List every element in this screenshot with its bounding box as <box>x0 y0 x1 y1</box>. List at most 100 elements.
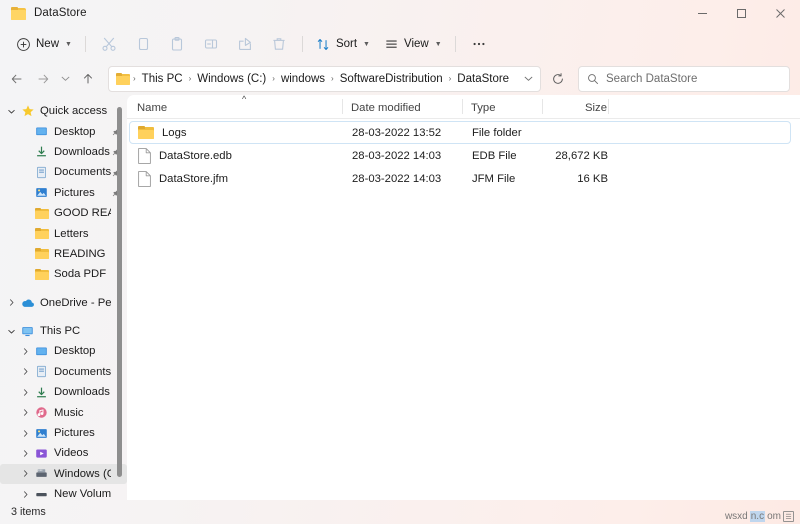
paste-icon[interactable] <box>160 30 194 58</box>
table-row[interactable]: DataStore.jfm 28-03-2022 14:03 JFM File 16 … <box>129 167 791 190</box>
downloads-icon <box>35 145 48 158</box>
chevron-right-icon[interactable] <box>3 298 19 307</box>
toolbar-divider <box>84 36 86 52</box>
chevron-right-icon[interactable] <box>17 449 33 458</box>
breadcrumb[interactable]: › This PC › Windows (C:) › windows › Sof… <box>108 65 541 92</box>
folder-icon-wrap <box>33 267 50 281</box>
forward-arrow-icon[interactable] <box>30 66 56 92</box>
column-header-name[interactable]: Name ^ <box>127 95 343 118</box>
folder-icon-wrap <box>33 206 50 220</box>
sidebar-item-downloads[interactable]: Downloads <box>0 142 127 162</box>
table-row[interactable]: DataStore.edb 28-03-2022 14:03 EDB File 28,… <box>129 144 791 167</box>
sidebar-item-new-volume-d[interactable]: New Volume (D:) <box>0 484 127 500</box>
chevron-right-icon[interactable] <box>17 469 33 478</box>
column-header-size-label: Size <box>585 102 607 114</box>
sidebar-item-windows-c[interactable]: Windows (C:) <box>0 463 127 485</box>
downloads-icon <box>35 386 48 399</box>
minimize-icon[interactable] <box>683 0 722 26</box>
drive-icon-wrap <box>33 467 50 481</box>
new-button[interactable]: New ▼ <box>9 30 79 58</box>
column-header-type[interactable]: Type <box>463 95 543 118</box>
refresh-icon[interactable] <box>545 66 571 92</box>
table-row[interactable]: Logs 28-03-2022 13:52 File folder <box>129 121 791 144</box>
sidebar-item-pictures[interactable]: Pictures <box>0 423 127 443</box>
address-bar: › This PC › Windows (C:) › windows › Sof… <box>0 62 800 95</box>
breadcrumb-item-softwaredistribution[interactable]: SoftwareDistribution <box>335 70 448 88</box>
file-type-cell: JFM File <box>472 172 516 185</box>
maximize-icon[interactable] <box>722 0 761 26</box>
close-icon[interactable] <box>761 0 800 26</box>
file-list-pane: Name ^ Date modified Type Size Logs28-0 <box>127 95 800 500</box>
sidebar-item-videos[interactable]: Videos <box>0 443 127 463</box>
delete-icon[interactable] <box>262 30 296 58</box>
sidebar-item-this-pc[interactable]: This PC <box>0 321 127 341</box>
chevron-down-icon[interactable] <box>3 107 19 116</box>
watermark-badge-icon: ☰ <box>783 511 794 522</box>
sidebar-item-label: Soda PDF <box>54 268 107 281</box>
sidebar-item-onedrive-persona[interactable]: OneDrive - Persona <box>0 293 127 313</box>
breadcrumb-item-windows-c[interactable]: Windows (C:) <box>192 70 271 88</box>
breadcrumb-list: › This PC › Windows (C:) › windows › Sof… <box>132 70 518 88</box>
sidebar-item-pictures[interactable]: Pictures <box>0 183 127 203</box>
nav-group-gap <box>0 285 127 293</box>
chevron-right-icon[interactable] <box>17 347 33 356</box>
chevron-right-icon[interactable] <box>17 408 33 417</box>
more-options-button[interactable] <box>462 30 496 58</box>
music-icon-wrap <box>33 406 50 420</box>
onedrive-icon <box>21 296 35 310</box>
recent-locations-icon[interactable] <box>56 66 75 92</box>
breadcrumb-item-windows[interactable]: windows <box>276 70 330 88</box>
sidebar-item-label: Documents <box>54 365 111 378</box>
chevron-right-icon[interactable] <box>17 490 33 499</box>
nav-scrollbar[interactable] <box>117 99 122 482</box>
onedrive-icon-wrap <box>19 296 36 310</box>
sort-button[interactable]: Sort ▼ <box>309 30 377 58</box>
explorer-body: Quick access Desktop Downloads Documents Pic… <box>0 95 800 500</box>
breadcrumb-item-this-pc[interactable]: This PC <box>137 70 188 88</box>
file-explorer-window: DataStore New ▼ Sort ▼ View ▼ › This PC … <box>0 0 800 524</box>
column-divider[interactable] <box>608 99 609 114</box>
sidebar-item-reading[interactable]: READING <box>0 244 127 264</box>
copy-icon[interactable] <box>126 30 160 58</box>
drive-plain-icon <box>35 488 48 500</box>
sidebar-item-quick-access[interactable]: Quick access <box>0 101 127 121</box>
sidebar-item-label: GOOD READ <box>54 207 111 220</box>
column-header-size[interactable]: Size <box>543 95 609 118</box>
title-bar: DataStore <box>0 0 800 26</box>
documents-icon <box>35 166 48 179</box>
sidebar-item-music[interactable]: Music <box>0 402 127 422</box>
nav-scrollbar-thumb[interactable] <box>117 107 122 477</box>
cut-icon[interactable] <box>92 30 126 58</box>
sidebar-item-documents[interactable]: Documents <box>0 362 127 382</box>
window-controls <box>683 0 800 26</box>
sidebar-item-label: This PC <box>40 325 81 338</box>
sidebar-item-desktop[interactable]: Desktop <box>0 341 127 361</box>
sidebar-item-label: Pictures <box>54 427 95 440</box>
sidebar-item-desktop[interactable]: Desktop <box>0 121 127 141</box>
chevron-down-icon[interactable] <box>3 327 19 336</box>
up-arrow-icon[interactable] <box>75 66 101 92</box>
column-header-date-label: Date modified <box>351 102 421 114</box>
sidebar-item-downloads[interactable]: Downloads <box>0 382 127 402</box>
sidebar-item-good-read[interactable]: GOOD READ <box>0 203 127 223</box>
chevron-right-icon[interactable] <box>17 388 33 397</box>
chevron-right-icon[interactable] <box>17 429 33 438</box>
file-type-cell: EDB File <box>472 149 517 162</box>
file-name-cell: Logs <box>130 126 344 139</box>
sidebar-item-soda-pdf[interactable]: Soda PDF <box>0 264 127 284</box>
back-arrow-icon[interactable] <box>4 66 30 92</box>
sidebar-item-letters[interactable]: Letters <box>0 223 127 243</box>
folder-icon-wrap <box>33 227 50 241</box>
chevron-down-icon: ▼ <box>363 40 370 48</box>
rename-icon[interactable] <box>194 30 228 58</box>
chevron-right-icon[interactable] <box>17 367 33 376</box>
breadcrumb-item-datastore[interactable]: DataStore <box>452 70 514 88</box>
share-icon[interactable] <box>228 30 262 58</box>
breadcrumb-dropdown-icon[interactable] <box>518 68 538 90</box>
sidebar-item-documents[interactable]: Documents <box>0 162 127 182</box>
sidebar-item-label: Music <box>54 406 84 419</box>
search-input[interactable]: Search DataStore <box>578 65 790 92</box>
view-button[interactable]: View ▼ <box>377 30 449 58</box>
column-header-date-modified[interactable]: Date modified <box>343 95 463 118</box>
drive-icon <box>35 467 48 480</box>
